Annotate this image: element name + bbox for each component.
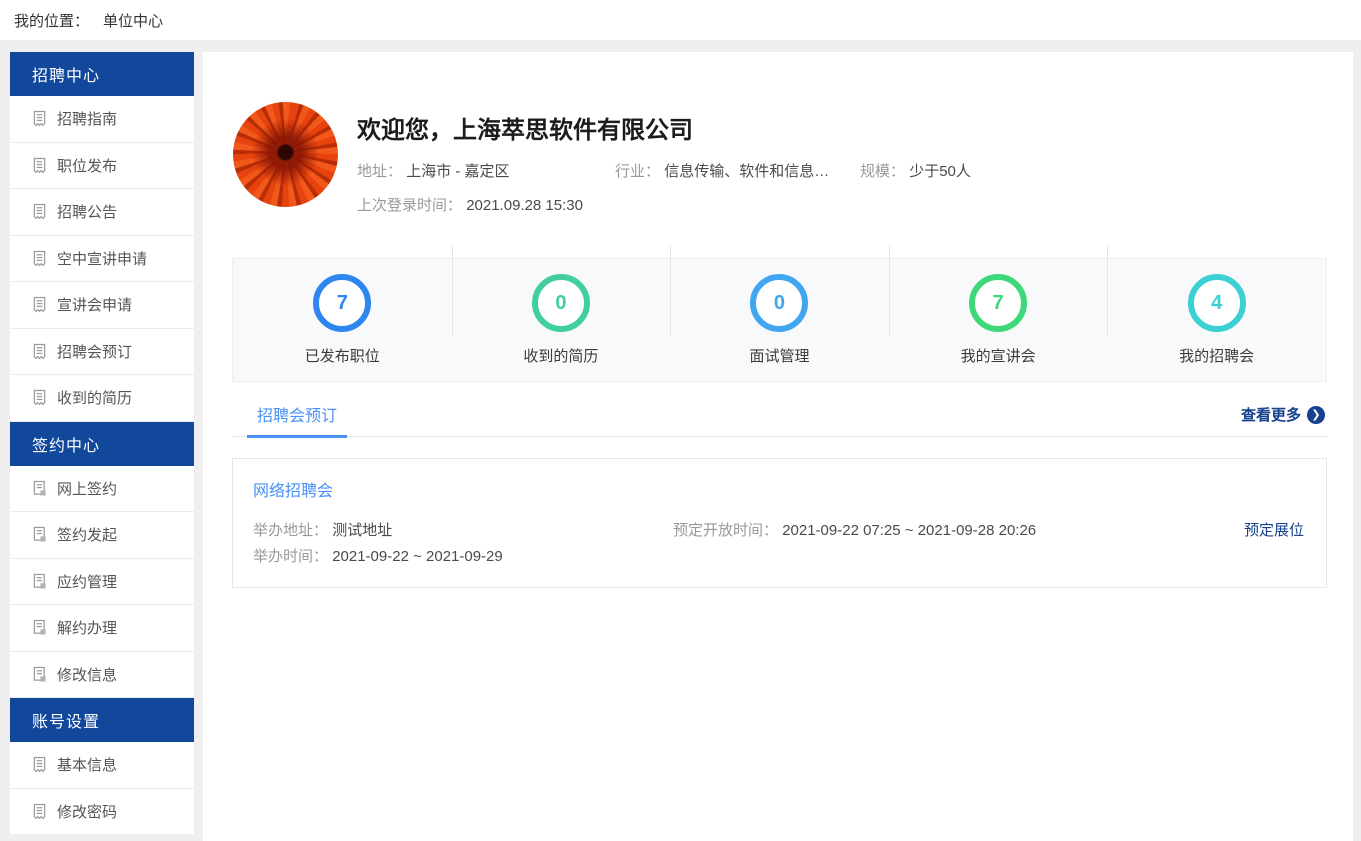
stat-ring: 0	[750, 274, 808, 332]
scale-value: 少于50人	[909, 163, 971, 180]
sidebar-section-recruit-center[interactable]: 招聘中心	[10, 52, 194, 96]
stat-my-jobfairs[interactable]: 4 我的招聘会	[1107, 274, 1326, 366]
sidebar: 招聘中心 招聘指南 职位发布 招聘公告 空中宣讲申请 宣讲会申请 招聘会预订	[10, 52, 194, 835]
sidebar-item-label: 修改信息	[57, 664, 117, 685]
sidebar-item-modify-info[interactable]: 修改信息	[10, 652, 194, 699]
last-login: 上次登录时间： 2021.09.28 15:30	[357, 194, 583, 215]
contract-icon	[32, 573, 47, 590]
sidebar-item-change-password[interactable]: 修改密码	[10, 789, 194, 836]
view-more-label: 查看更多	[1241, 404, 1301, 425]
sidebar-item-post-job[interactable]: 职位发布	[10, 143, 194, 190]
fair-time-value: 2021-09-22 ~ 2021-09-29	[332, 548, 503, 565]
sidebar-item-jobfair-booking[interactable]: 招聘会预订	[10, 329, 194, 376]
stat-label: 已发布职位	[305, 345, 380, 366]
main-content: 欢迎您，上海萃思软件有限公司 地址： 上海市 - 嘉定区 行业： 信息传输、软件…	[203, 52, 1353, 841]
receipt-icon	[32, 296, 47, 313]
topbar: 我的位置： 单位中心	[0, 0, 1361, 40]
fair-address-label: 举办地址：	[253, 522, 328, 539]
stat-received-resumes[interactable]: 0 收到的简历	[452, 274, 671, 366]
receipt-icon	[32, 803, 47, 820]
contract-icon	[32, 619, 47, 636]
sidebar-item-label: 网上签约	[57, 478, 117, 499]
stat-ring: 0	[532, 274, 590, 332]
company-address: 地址： 上海市 - 嘉定区	[357, 160, 510, 181]
company-scale: 规模： 少于50人	[860, 160, 971, 181]
stat-my-presentations[interactable]: 7 我的宣讲会	[889, 274, 1108, 366]
stat-ring: 7	[313, 274, 371, 332]
sidebar-item-label: 应约管理	[57, 571, 117, 592]
receipt-icon	[32, 250, 47, 267]
industry-label: 行业：	[615, 163, 660, 180]
location-label: 我的位置：	[14, 10, 89, 31]
fair-open-row: 预定开放时间： 2021-09-22 07:25 ~ 2021-09-28 20…	[673, 519, 1036, 540]
sidebar-item-recruit-notice[interactable]: 招聘公告	[10, 189, 194, 236]
sidebar-item-air-presentation-apply[interactable]: 空中宣讲申请	[10, 236, 194, 283]
stat-published-jobs[interactable]: 7 已发布职位	[233, 274, 452, 366]
sidebar-item-label: 签约发起	[57, 524, 117, 545]
scale-label: 规模：	[860, 163, 905, 180]
sidebar-item-label: 招聘会预订	[57, 341, 132, 362]
stat-ring: 7	[969, 274, 1027, 332]
sidebar-item-recruit-guide[interactable]: 招聘指南	[10, 96, 194, 143]
address-label: 地址：	[357, 163, 402, 180]
sidebar-item-label: 招聘指南	[57, 108, 117, 129]
contract-icon	[32, 480, 47, 497]
tab-jobfair-booking[interactable]: 招聘会预订	[247, 400, 347, 438]
sidebar-item-offer-management[interactable]: 应约管理	[10, 559, 194, 606]
company-industry: 行业： 信息传输、软件和信息…	[615, 160, 829, 181]
sidebar-item-received-resumes[interactable]: 收到的简历	[10, 375, 194, 422]
fair-time-row: 举办时间： 2021-09-22 ~ 2021-09-29	[253, 545, 503, 566]
jobfair-card: 网络招聘会 举办地址： 测试地址 举办时间： 2021-09-22 ~ 2021…	[232, 458, 1327, 588]
sidebar-item-presentation-apply[interactable]: 宣讲会申请	[10, 282, 194, 329]
sidebar-item-basic-info[interactable]: 基本信息	[10, 742, 194, 789]
sidebar-item-label: 基本信息	[57, 754, 117, 775]
receipt-icon	[32, 389, 47, 406]
receipt-icon	[32, 343, 47, 360]
sidebar-item-contract-initiate[interactable]: 签约发起	[10, 512, 194, 559]
fair-open-value: 2021-09-22 07:25 ~ 2021-09-28 20:26	[782, 522, 1036, 539]
stat-interview-management[interactable]: 0 面试管理	[670, 274, 889, 366]
industry-value: 信息传输、软件和信息…	[664, 163, 829, 180]
sidebar-item-label: 解约办理	[57, 617, 117, 638]
sidebar-item-label: 空中宣讲申请	[57, 248, 147, 269]
stat-ring: 4	[1188, 274, 1246, 332]
receipt-icon	[32, 157, 47, 174]
book-booth-link[interactable]: 预定展位	[1244, 519, 1304, 540]
fair-time-label: 举办时间：	[253, 548, 328, 565]
fair-address-row: 举办地址： 测试地址	[253, 519, 392, 540]
tab-row: 招聘会预订 查看更多 ❯	[232, 400, 1327, 437]
welcome-title: 欢迎您，上海萃思软件有限公司	[357, 110, 693, 145]
sidebar-section-contract-center[interactable]: 签约中心	[10, 422, 194, 466]
sidebar-item-contract-termination[interactable]: 解约办理	[10, 605, 194, 652]
stats-band: 7 已发布职位 0 收到的简历 0 面试管理 7 我的宣讲会 4 我的招聘会	[232, 258, 1327, 382]
contract-icon	[32, 666, 47, 683]
sidebar-item-label: 职位发布	[57, 155, 117, 176]
sidebar-section-account-settings[interactable]: 账号设置	[10, 698, 194, 742]
stat-label: 面试管理	[749, 345, 809, 366]
sidebar-item-online-contract[interactable]: 网上签约	[10, 466, 194, 513]
stat-label: 我的招聘会	[1179, 345, 1254, 366]
fair-address-value: 测试地址	[332, 522, 392, 539]
company-avatar[interactable]	[233, 102, 338, 207]
sidebar-item-label: 收到的简历	[57, 387, 132, 408]
contract-icon	[32, 526, 47, 543]
stat-label: 收到的简历	[523, 345, 598, 366]
sidebar-item-label: 招聘公告	[57, 201, 117, 222]
stat-label: 我的宣讲会	[961, 345, 1036, 366]
sidebar-item-label: 宣讲会申请	[57, 294, 132, 315]
sidebar-item-label: 修改密码	[57, 801, 117, 822]
receipt-icon	[32, 756, 47, 773]
jobfair-title-link[interactable]: 网络招聘会	[253, 477, 333, 501]
chevron-right-icon: ❯	[1307, 406, 1325, 424]
receipt-icon	[32, 110, 47, 127]
fair-open-label: 预定开放时间：	[673, 522, 778, 539]
address-value: 上海市 - 嘉定区	[406, 163, 509, 180]
last-login-value: 2021.09.28 15:30	[466, 197, 583, 214]
last-login-label: 上次登录时间：	[357, 197, 462, 214]
breadcrumb-unit-center[interactable]: 单位中心	[103, 10, 163, 31]
view-more-link[interactable]: 查看更多 ❯	[1241, 404, 1325, 425]
receipt-icon	[32, 203, 47, 220]
